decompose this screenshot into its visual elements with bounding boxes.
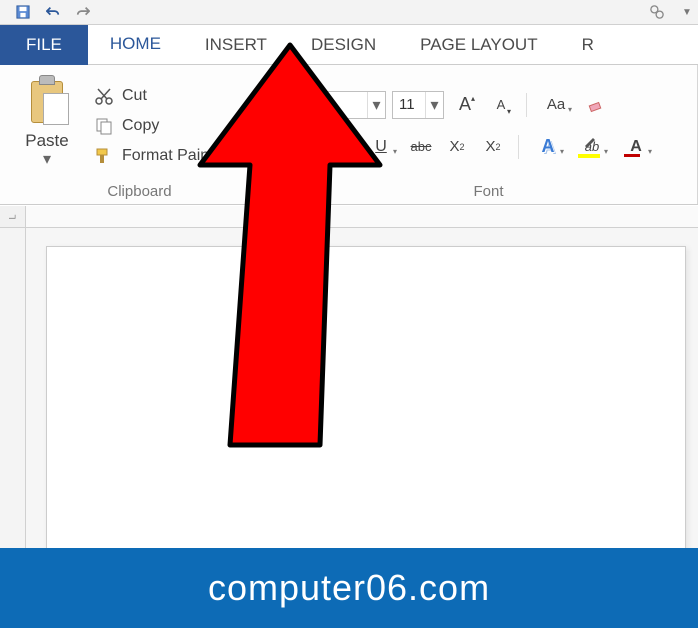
watermark-text: computer06.com [208, 567, 490, 609]
paste-label: Paste [25, 131, 68, 151]
grow-font-label: A [459, 94, 471, 115]
cut-label: Cut [122, 87, 147, 105]
change-case-button[interactable]: Aa ▾ [537, 91, 575, 119]
font-size-input[interactable] [393, 92, 425, 118]
word-window: ▼ FILE HOME INSERT DESIGN PAGE LAYOUT R … [0, 0, 698, 628]
paste-button[interactable]: Paste ▾ [10, 71, 84, 180]
touch-mode-icon[interactable] [646, 2, 668, 22]
watermark-banner: computer06.com [0, 548, 698, 628]
underline-label: U [375, 138, 387, 156]
eraser-icon [587, 96, 605, 114]
ruler-corner: L [0, 206, 26, 228]
cut-button[interactable]: Cut [90, 84, 232, 108]
shrink-font-label: A [497, 97, 506, 112]
font-row-2: B I U ▾ abc X2 X2 [290, 129, 687, 165]
group-clipboard: Paste ▾ Cut Copy Format Painter [0, 65, 280, 204]
strike-label: abc [411, 139, 432, 154]
tab-home[interactable]: HOME [88, 25, 183, 65]
save-icon[interactable] [12, 2, 34, 22]
tab-insert[interactable]: INSERT [183, 25, 289, 65]
group-clipboard-label: Clipboard [10, 180, 269, 202]
superscript-x: X [485, 138, 495, 155]
font-row-1: ▾ ▾ A ▴ A ▾ Aa [290, 87, 687, 123]
bold-button[interactable]: B [290, 133, 320, 161]
tab-page-layout[interactable]: PAGE LAYOUT [398, 25, 559, 65]
undo-icon[interactable] [42, 2, 64, 22]
superscript-button[interactable]: X2 [478, 133, 508, 161]
group-font: ▾ ▾ A ▴ A ▾ Aa [280, 65, 698, 204]
text-effects-button[interactable]: A ▾ [529, 133, 567, 161]
strikethrough-button[interactable]: abc [406, 133, 436, 161]
scissors-icon [94, 86, 114, 106]
font-color-button[interactable]: A ▾ [617, 133, 655, 161]
copy-icon [94, 116, 114, 136]
paintbrush-icon [94, 146, 114, 166]
subscript-x: X [449, 138, 459, 155]
italic-label: I [338, 136, 344, 157]
highlighter-icon [583, 134, 597, 148]
subscript-button[interactable]: X2 [442, 133, 472, 161]
group-font-label: Font [290, 180, 687, 202]
grow-font-button[interactable]: A ▴ [450, 91, 480, 119]
subscript-2: 2 [460, 142, 465, 152]
ribbon-tabs: FILE HOME INSERT DESIGN PAGE LAYOUT R [0, 25, 698, 65]
chevron-down-icon[interactable]: ▾ [425, 92, 443, 118]
font-name-combo[interactable]: ▾ [290, 91, 386, 119]
chevron-down-icon[interactable]: ▾ [367, 92, 385, 118]
tab-file[interactable]: FILE [0, 25, 88, 65]
format-painter-button[interactable]: Format Painter [90, 144, 232, 168]
paste-icon [25, 75, 69, 127]
shrink-font-button[interactable]: A ▾ [486, 91, 516, 119]
paste-dropdown-icon[interactable]: ▾ [43, 149, 51, 169]
horizontal-ruler[interactable] [26, 206, 698, 228]
clear-formatting-button[interactable] [581, 91, 611, 119]
format-painter-label: Format Painter [122, 147, 228, 165]
redo-icon[interactable] [72, 2, 94, 22]
font-size-combo[interactable]: ▾ [392, 91, 444, 119]
tab-design[interactable]: DESIGN [289, 25, 398, 65]
font-name-input[interactable] [291, 92, 367, 118]
italic-button[interactable]: I [326, 133, 356, 161]
ribbon: Paste ▾ Cut Copy Format Painter [0, 65, 698, 205]
copy-label: Copy [122, 117, 159, 135]
customize-qat-icon[interactable]: ▼ [676, 2, 698, 22]
change-case-label: Aa [547, 96, 565, 113]
superscript-2: 2 [496, 142, 501, 152]
quick-access-toolbar: ▼ [0, 0, 698, 25]
copy-button[interactable]: Copy [90, 114, 232, 138]
text-effects-label: A [542, 136, 555, 157]
highlight-button[interactable]: ab ▾ [573, 133, 611, 161]
underline-button[interactable]: U ▾ [362, 133, 400, 161]
bold-label: B [299, 137, 311, 157]
tab-references-partial[interactable]: R [560, 25, 616, 65]
